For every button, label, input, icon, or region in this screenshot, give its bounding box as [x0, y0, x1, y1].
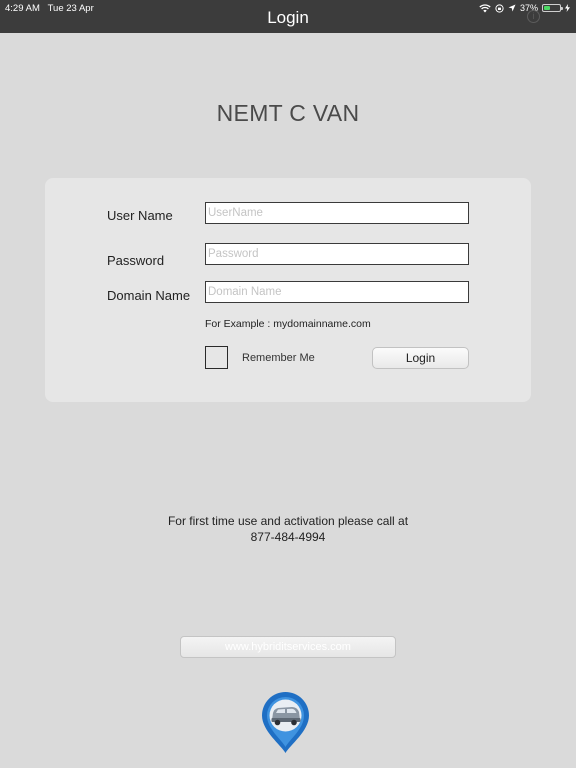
login-button[interactable]: Login: [372, 347, 469, 369]
username-label: User Name: [107, 208, 173, 223]
activation-info: For first time use and activation please…: [0, 513, 576, 545]
remember-me-checkbox[interactable]: [205, 346, 228, 369]
nav-title: Login: [267, 8, 309, 27]
password-label: Password: [107, 253, 165, 268]
activation-message: For first time use and activation please…: [167, 514, 409, 528]
remember-me-label[interactable]: Remember Me: [242, 352, 315, 364]
login-form-card: User Name Password Domain Name For Examp…: [45, 178, 531, 402]
app-title: NEMT C VAN: [216, 100, 360, 126]
domain-name-input[interactable]: [205, 281, 469, 303]
activation-phone: 877-484-4994: [250, 530, 326, 544]
van-location-pin-logo: [262, 692, 309, 753]
domain-example-hint: For Example : mydomainname.com: [205, 318, 371, 330]
domain-name-label: Domain Name: [107, 288, 191, 303]
username-input[interactable]: [205, 202, 469, 224]
login-screen: 4:29 AM Tue 23 Apr 37% Login i NEMT C VA…: [0, 0, 576, 768]
navigation-bar: 4:29 AM Tue 23 Apr 37% Login i: [0, 0, 576, 33]
website-link-button[interactable]: www.hybriditservices.com: [180, 636, 396, 658]
password-input[interactable]: [205, 243, 469, 265]
info-icon[interactable]: i: [527, 10, 540, 23]
